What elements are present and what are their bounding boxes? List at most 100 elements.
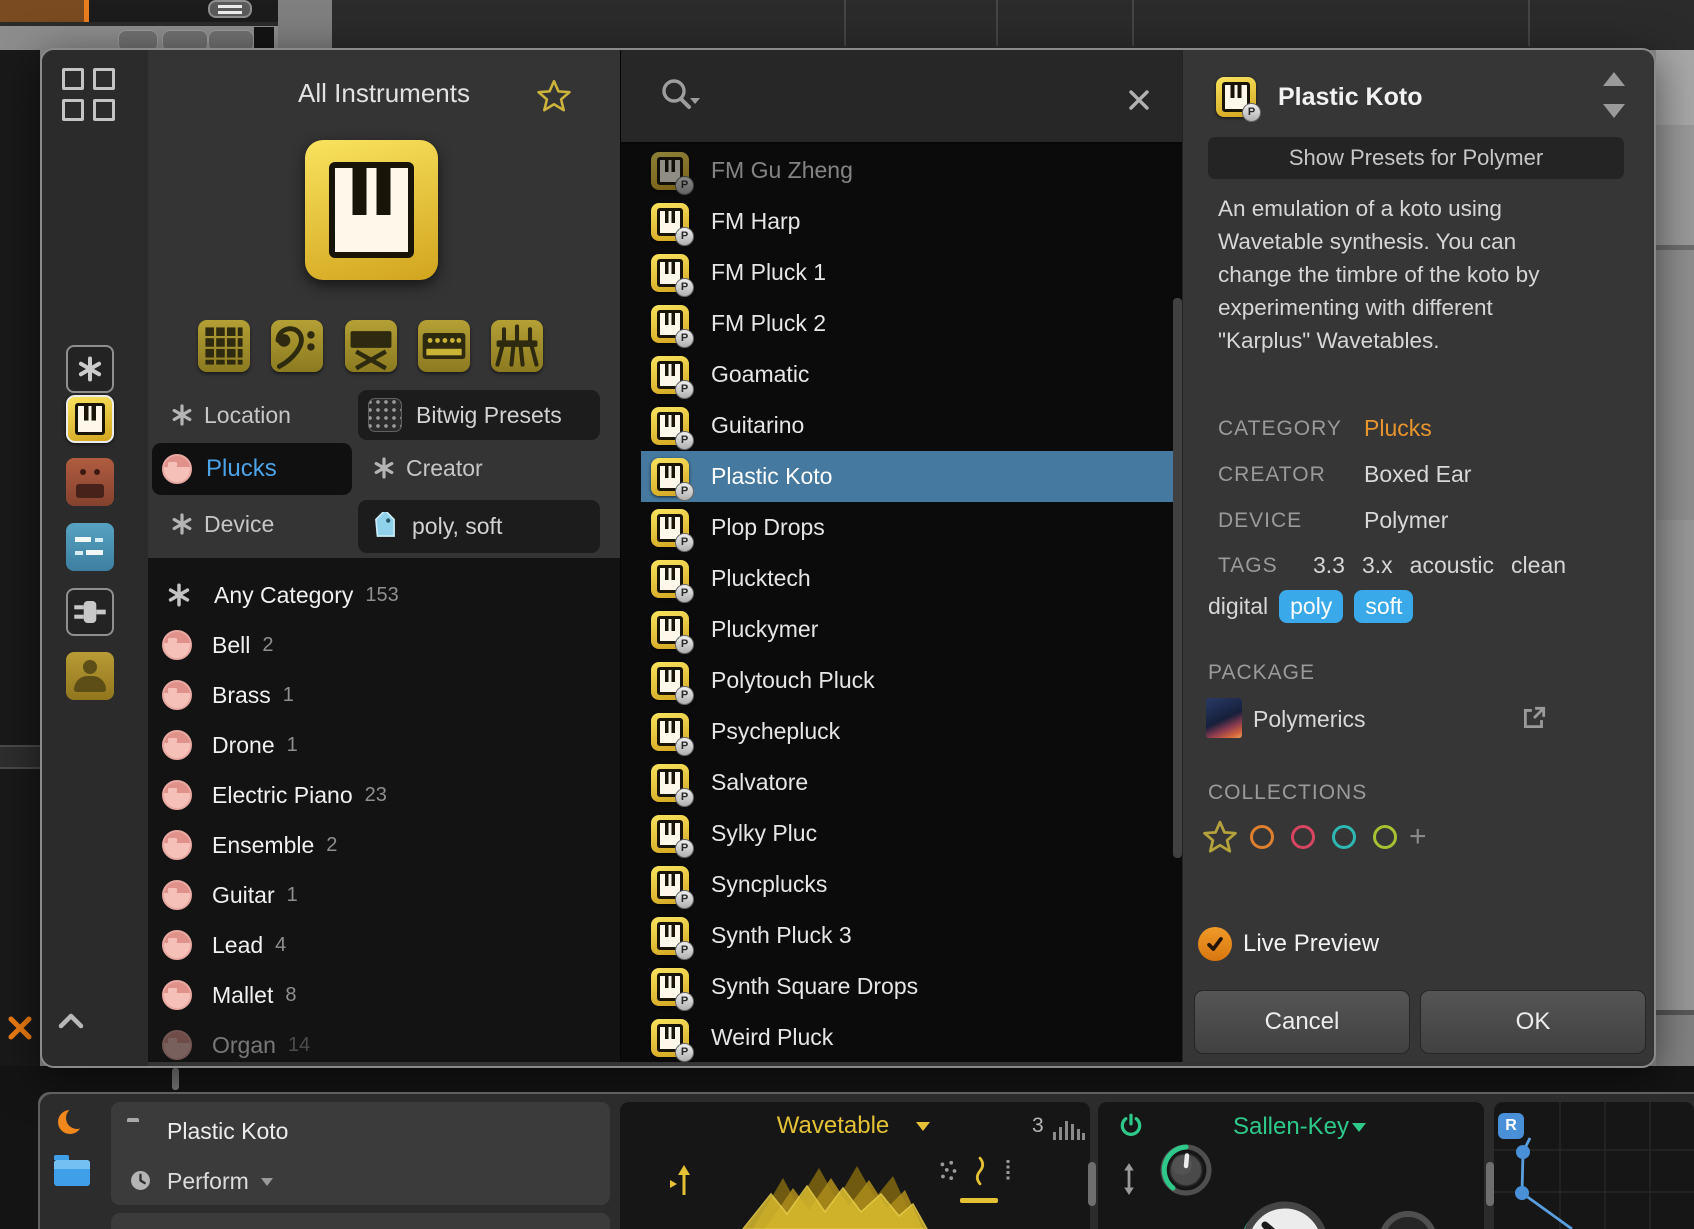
live-preview-checkbox[interactable] [1198, 927, 1232, 961]
tag[interactable]: acoustic [1410, 552, 1494, 579]
moon-icon[interactable] [58, 1110, 84, 1136]
favorites-star-icon[interactable] [536, 78, 572, 114]
any-type-icon[interactable] [66, 345, 114, 393]
collapse-chevron-icon[interactable] [56, 1012, 86, 1030]
show-presets-button[interactable]: Show Presets for Polymer [1208, 137, 1624, 179]
creator-value[interactable]: Boxed Ear [1364, 461, 1471, 488]
modulators-icon[interactable] [66, 523, 114, 571]
device-title[interactable]: Sallen-Key [1098, 1113, 1484, 1141]
preset-row[interactable]: Polytouch Pluck [621, 655, 1182, 706]
preset-row[interactable]: FM Harp [621, 196, 1182, 247]
key-tracking-icon[interactable] [1120, 1162, 1138, 1196]
category-row[interactable]: Bell2 [148, 620, 620, 670]
filter-creator[interactable]: Creator [406, 455, 483, 482]
track-header-box[interactable]: Plastic Koto Perform [111, 1102, 610, 1205]
category-row[interactable]: Electric Piano23 [148, 770, 620, 820]
cancel-button[interactable]: Cancel [1194, 990, 1410, 1054]
glide-curve-icon[interactable] [972, 1156, 988, 1186]
filter-tags-selected[interactable]: poly, soft [358, 500, 600, 553]
envelope-display[interactable] [1494, 1102, 1694, 1229]
filter-device[interactable]: Device [204, 511, 274, 538]
ok-button[interactable]: OK [1420, 990, 1646, 1054]
preset-row[interactable]: Psychepluck [621, 706, 1182, 757]
drive-knob[interactable] [1378, 1210, 1438, 1229]
filter-category-selected[interactable]: Plucks [152, 443, 352, 495]
browser-folder-icon[interactable] [54, 1160, 90, 1186]
chevron-down-icon[interactable] [261, 1178, 273, 1186]
preset-row[interactable]: FM Pluck 2 [621, 298, 1182, 349]
category-row[interactable]: Organ14 [148, 1020, 620, 1068]
bass-clef-icon[interactable] [271, 320, 323, 372]
preset-row[interactable]: Weird Pluck [621, 1012, 1182, 1063]
preset-row[interactable]: Salvatore [621, 757, 1182, 808]
track-header-box2[interactable] [111, 1213, 610, 1229]
collection-red-icon[interactable] [1291, 825, 1315, 849]
category-row[interactable]: Ensemble2 [148, 820, 620, 870]
voice-count[interactable]: 3 [1032, 1114, 1044, 1138]
close-icon[interactable] [6, 1014, 34, 1042]
preset-row[interactable]: Plop Drops [621, 502, 1182, 553]
device-value[interactable]: Polymer [1364, 507, 1448, 534]
instruments-tab-icon[interactable] [66, 395, 114, 443]
device-title[interactable]: Wavetable [738, 1112, 928, 1140]
collection-teal-icon[interactable] [1332, 825, 1356, 849]
preset-row[interactable]: Synth Square Drops [621, 961, 1182, 1012]
category-row[interactable]: Drone1 [148, 720, 620, 770]
add-collection-icon[interactable]: + [1409, 820, 1427, 854]
scrollbar-thumb[interactable] [1173, 298, 1182, 858]
search-icon[interactable] [657, 76, 703, 118]
category-row[interactable]: Mallet8 [148, 970, 620, 1020]
remote-controls-button[interactable]: R [1498, 1113, 1524, 1139]
filter-bitwig-presets[interactable]: Bitwig Presets [358, 390, 600, 440]
plugins-icon[interactable] [66, 588, 114, 636]
category-row[interactable]: Guitar1 [148, 870, 620, 920]
tag[interactable]: clean [1511, 552, 1566, 579]
resonance-knob[interactable] [1158, 1140, 1214, 1202]
tag-chip-poly[interactable]: poly [1279, 590, 1343, 623]
stage-piano-icon[interactable] [345, 320, 397, 372]
preset-row[interactable]: FM Gu Zheng [621, 145, 1182, 196]
preset-row[interactable]: Guitarino [621, 400, 1182, 451]
collection-orange-icon[interactable] [1250, 825, 1274, 849]
resize-handle[interactable] [172, 1068, 179, 1090]
wavetable-waveform[interactable] [735, 1160, 935, 1229]
previous-preset-icon[interactable] [1603, 72, 1625, 86]
category-row[interactable]: Any Category 153 [148, 570, 620, 620]
tag[interactable]: digital [1208, 593, 1268, 620]
preset-row[interactable]: Goamatic [621, 349, 1182, 400]
category-row[interactable]: Brass1 [148, 670, 620, 720]
preset-row[interactable]: Plucktech [621, 553, 1182, 604]
clear-search-icon[interactable] [1127, 88, 1151, 112]
tag[interactable]: 3.3 [1313, 552, 1345, 579]
hamburger-menu-icon[interactable] [208, 0, 252, 18]
chevron-down-icon[interactable] [916, 1122, 930, 1131]
preset-row[interactable]: Sylky Pluc [621, 808, 1182, 859]
preset-row[interactable]: FM Pluck 1 [621, 247, 1182, 298]
category-row[interactable]: Lead4 [148, 920, 620, 970]
preset-row-selected[interactable]: Plastic Koto [621, 451, 1182, 502]
mode-selector[interactable]: Perform [167, 1168, 249, 1195]
effects-pedal-icon[interactable] [66, 458, 114, 506]
filter-location[interactable]: Location [204, 402, 291, 429]
percussion-table-icon[interactable] [491, 320, 543, 372]
retrigger-icon[interactable] [668, 1164, 694, 1198]
tag[interactable]: 3.x [1362, 552, 1393, 579]
package-name[interactable]: Polymerics [1253, 706, 1365, 733]
chevron-down-icon[interactable] [1352, 1123, 1366, 1132]
drum-machine-icon[interactable] [198, 320, 250, 372]
device-divider-handle[interactable] [1088, 1162, 1096, 1206]
collection-star-icon[interactable] [1202, 819, 1238, 855]
device-divider-handle[interactable] [1486, 1162, 1494, 1206]
synthesizer-icon[interactable] [418, 320, 470, 372]
grid-view-icon[interactable] [62, 68, 118, 124]
collection-green-icon[interactable] [1373, 825, 1397, 849]
mono-line-icon[interactable] [1004, 1158, 1012, 1184]
track-preset-name[interactable]: Plastic Koto [167, 1118, 288, 1145]
external-link-icon[interactable] [1520, 704, 1548, 732]
user-content-icon[interactable] [66, 652, 114, 700]
tag-chip-soft[interactable]: soft [1354, 590, 1413, 623]
cutoff-knob[interactable] [1235, 1195, 1335, 1229]
next-preset-icon[interactable] [1603, 104, 1625, 118]
preset-row[interactable]: Synth Pluck 3 [621, 910, 1182, 961]
search-bar[interactable] [621, 50, 1182, 144]
